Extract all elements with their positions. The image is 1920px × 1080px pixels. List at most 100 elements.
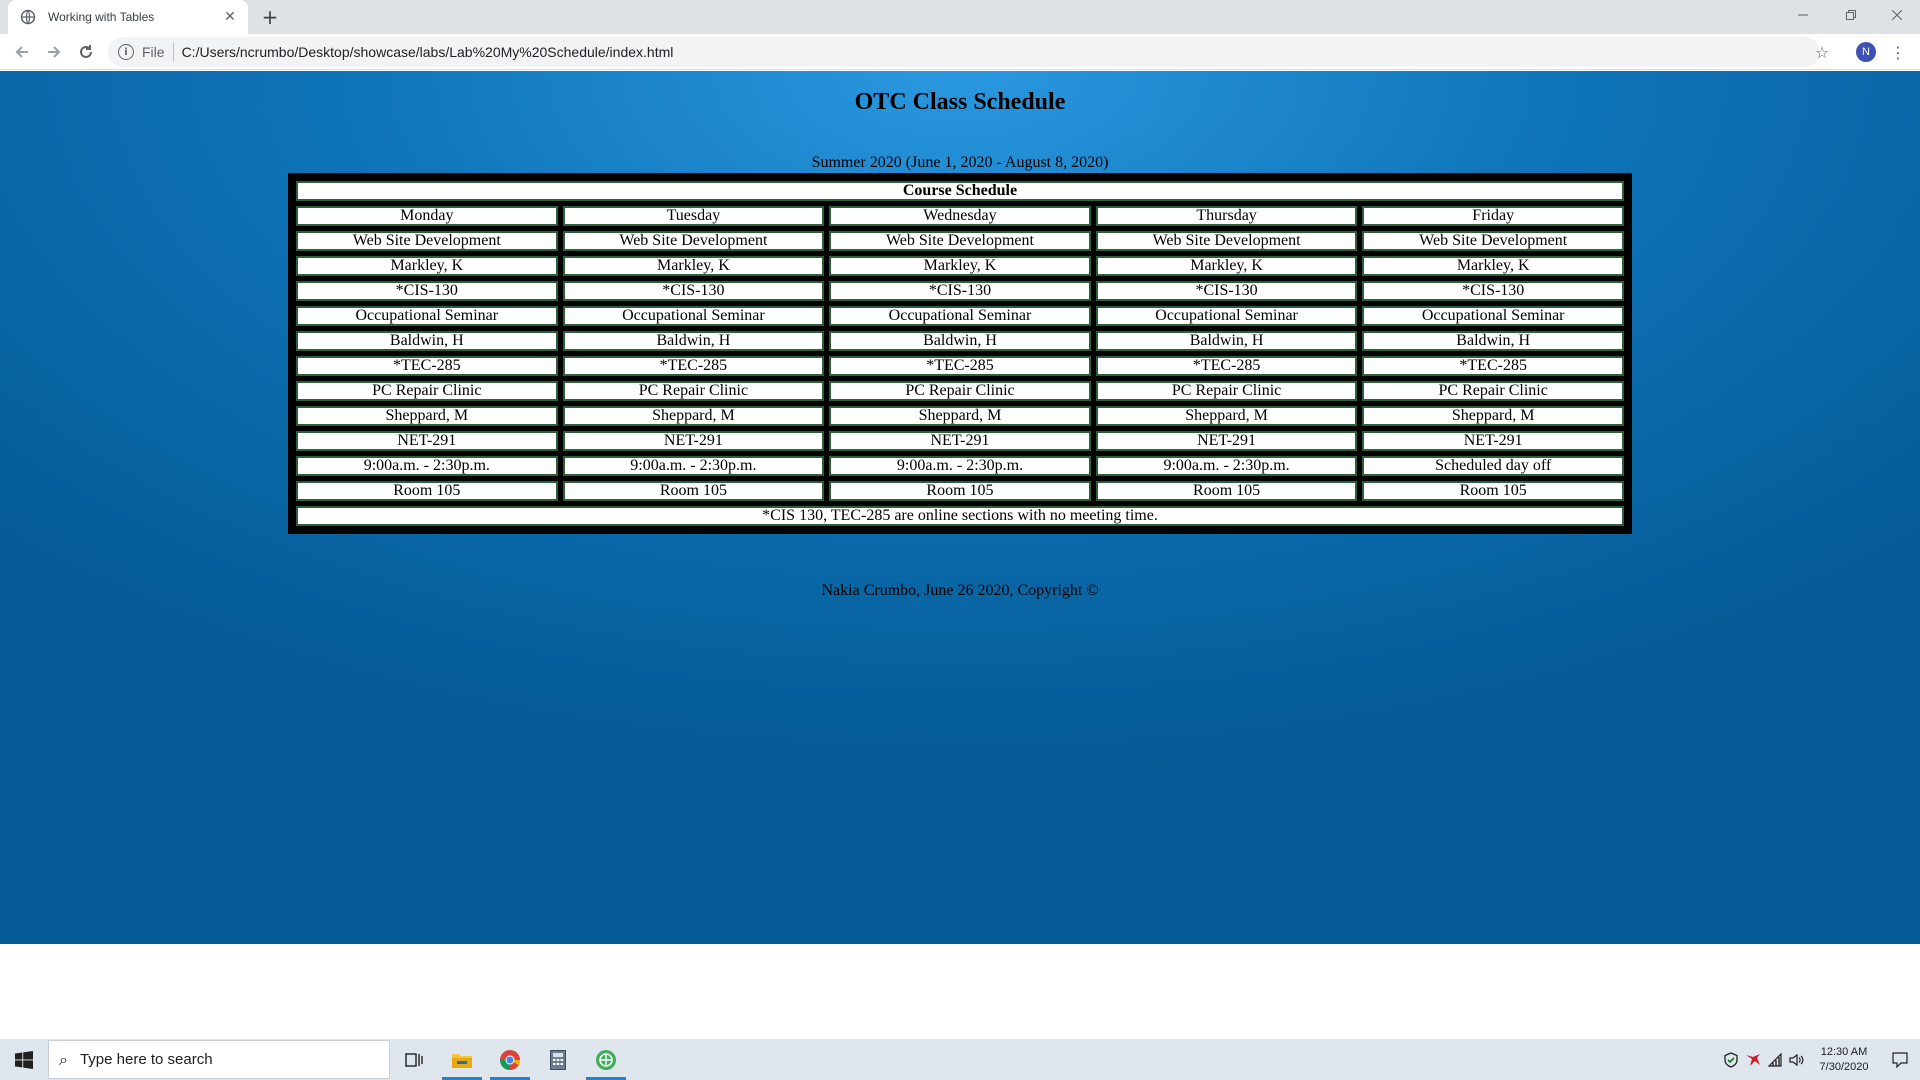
table-cell: *CIS-130	[562, 281, 825, 301]
table-cell: Baldwin, H	[1362, 331, 1624, 351]
table-cell: Baldwin, H	[1095, 331, 1358, 351]
table-cell: Markley, K	[1362, 256, 1624, 276]
table-cell: Occupational Seminar	[829, 306, 1091, 326]
taskbar: ⌕ Type here to search 12:30 AM 7/30/2020	[0, 1039, 1920, 1080]
table-cell: *TEC-285	[829, 356, 1091, 376]
table-cell: Markley, K	[296, 256, 558, 276]
clock-date: 7/30/2020	[1819, 1060, 1869, 1073]
restore-button[interactable]	[1828, 0, 1874, 30]
table-row: Markley, K Markley, K Markley, K Markley, K…	[296, 256, 1624, 276]
table-cell: Room 105	[296, 481, 558, 501]
table-row: Web Site Development Web Site Development…	[296, 231, 1624, 251]
back-arrow-icon	[15, 46, 28, 58]
table-cell: *CIS-130	[1362, 281, 1624, 301]
windows-start-button[interactable]	[0, 1039, 48, 1080]
globe-icon	[20, 9, 36, 25]
table-cell: Baldwin, H	[829, 331, 1091, 351]
table-cell: *CIS-130	[296, 281, 558, 301]
security-shield-icon[interactable]	[1720, 1051, 1742, 1068]
app-globe-icon[interactable]	[582, 1039, 630, 1080]
notification-center-icon[interactable]	[1880, 1051, 1920, 1068]
back-button[interactable]	[8, 38, 36, 66]
table-cell: 9:00a.m. - 2:30p.m.	[296, 456, 558, 476]
table-cell: *TEC-285	[296, 356, 558, 376]
search-placeholder: Type here to search	[79, 1051, 213, 1068]
table-cell: *TEC-285	[1095, 356, 1358, 376]
reload-button[interactable]	[72, 38, 100, 66]
wifi-icon[interactable]	[1764, 1052, 1786, 1067]
tab-close-icon[interactable]: ✕	[220, 7, 240, 27]
taskbar-clock[interactable]: 12:30 AM 7/30/2020	[1808, 1045, 1880, 1075]
table-row: Baldwin, H Baldwin, H Baldwin, H Baldwin, H…	[296, 331, 1624, 351]
table-cell: NET-291	[296, 431, 558, 451]
kebab-menu-icon[interactable]: ⋮	[1888, 42, 1908, 62]
chrome-icon[interactable]	[486, 1039, 534, 1080]
app-tray-icon[interactable]	[1742, 1053, 1764, 1067]
table-cell: Markley, K	[829, 256, 1091, 276]
file-explorer-icon[interactable]	[438, 1039, 486, 1080]
page-footer: Nakia Crumbo, June 26 2020, Copyright ©	[821, 582, 1099, 599]
table-cell: PC Repair Clinic	[1362, 381, 1624, 401]
forward-button[interactable]	[40, 38, 68, 66]
address-bar[interactable]: i File C:/Users/ncrumbo/Desktop/showcase…	[108, 37, 1820, 67]
page-title: OTC Class Schedule	[854, 89, 1066, 115]
table-cell: 9:00a.m. - 2:30p.m.	[1095, 456, 1358, 476]
windows-logo-icon	[15, 1050, 33, 1069]
table-cell: PC Repair Clinic	[296, 381, 558, 401]
table-header-row: Course Schedule	[296, 181, 1624, 201]
table-cell: Room 105	[562, 481, 825, 501]
table-cell: NET-291	[829, 431, 1091, 451]
taskbar-search-box[interactable]: ⌕ Type here to search	[48, 1040, 390, 1079]
table-cell: Web Site Development	[1095, 231, 1358, 251]
table-cell: NET-291	[1095, 431, 1358, 451]
close-window-button[interactable]	[1874, 0, 1920, 30]
browser-toolbar: i File C:/Users/ncrumbo/Desktop/showcase…	[0, 34, 1920, 70]
table-cell: Room 105	[829, 481, 1091, 501]
table-cell: Wednesday	[829, 206, 1091, 226]
table-cell: *TEC-285	[562, 356, 825, 376]
table-cell: *TEC-285	[1362, 356, 1624, 376]
table-cell: PC Repair Clinic	[829, 381, 1091, 401]
clock-time: 12:30 AM	[1820, 1045, 1868, 1058]
table-cell: Occupational Seminar	[1362, 306, 1624, 326]
schedule-table: Course Schedule Monday Tuesday Wednesday Th…	[288, 173, 1632, 534]
profile-avatar[interactable]: N	[1856, 42, 1876, 62]
table-row: NET-291 NET-291 NET-291 NET-291 NET-291	[296, 431, 1624, 451]
table-cell: Web Site Development	[562, 231, 825, 251]
calculator-icon[interactable]	[534, 1039, 582, 1080]
table-cell: Web Site Development	[296, 231, 558, 251]
task-view-icon[interactable]	[390, 1039, 438, 1080]
table-cell: Sheppard, M	[829, 406, 1091, 426]
table-cell: PC Repair Clinic	[562, 381, 825, 401]
minimize-button[interactable]	[1780, 0, 1826, 30]
table-row: PC Repair Clinic PC Repair Clinic PC Repai…	[296, 381, 1624, 401]
url-scheme: File	[142, 44, 165, 60]
reload-icon	[80, 45, 92, 58]
table-cell: Markley, K	[1095, 256, 1358, 276]
bookmark-star-icon[interactable]: ☆	[1812, 42, 1832, 62]
table-row: Sheppard, M Sheppard, M Sheppard, M Sheppar…	[296, 406, 1624, 426]
table-cell: Thursday	[1095, 206, 1358, 226]
table-cell: Room 105	[1095, 481, 1358, 501]
table-cell: Markley, K	[562, 256, 825, 276]
table-cell: Sheppard, M	[562, 406, 825, 426]
table-note: *CIS 130, TEC-285 are online sections wi…	[296, 506, 1624, 526]
table-cell: 9:00a.m. - 2:30p.m.	[829, 456, 1091, 476]
table-cell: *CIS-130	[1095, 281, 1358, 301]
table-cell: Tuesday	[562, 206, 825, 226]
table-cell: Occupational Seminar	[562, 306, 825, 326]
system-tray: 12:30 AM 7/30/2020	[1720, 1039, 1920, 1080]
browser-tab[interactable]: Working with Tables ✕	[8, 0, 248, 34]
volume-icon[interactable]	[1786, 1053, 1808, 1067]
url-text[interactable]: C:/Users/ncrumbo/Desktop/showcase/labs/L…	[182, 44, 674, 60]
table-cell: Web Site Development	[829, 231, 1091, 251]
table-row: Room 105 Room 105 Room 105 Room 105 Room 105	[296, 481, 1624, 501]
url-separator	[172, 43, 174, 61]
info-icon[interactable]: i	[118, 44, 134, 60]
new-tab-button[interactable]: +	[258, 5, 282, 29]
search-icon: ⌕	[59, 1049, 68, 1069]
table-caption: Summer 2020 (June 1, 2020 - August 8, 20…	[811, 154, 1109, 171]
table-cell: Occupational Seminar	[296, 306, 558, 326]
forward-arrow-icon	[48, 46, 61, 58]
table-cell: Occupational Seminar	[1095, 306, 1358, 326]
